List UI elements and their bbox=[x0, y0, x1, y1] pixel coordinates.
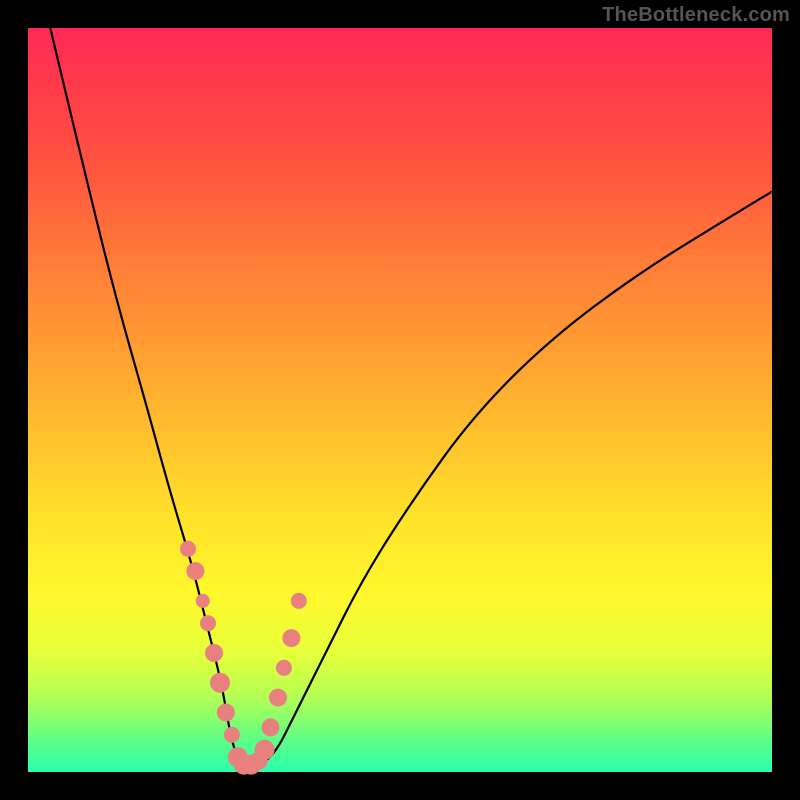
bottleneck-curve bbox=[50, 28, 772, 766]
chart-frame: TheBottleneck.com bbox=[0, 0, 800, 800]
marker-dot bbox=[217, 704, 235, 722]
marker-dot bbox=[262, 718, 280, 736]
marker-dot bbox=[255, 740, 275, 760]
marker-dot bbox=[276, 660, 292, 676]
marker-dot bbox=[210, 673, 230, 693]
marker-dot bbox=[205, 644, 223, 662]
marker-dot bbox=[200, 615, 216, 631]
marker-dot bbox=[186, 562, 204, 580]
marker-dot bbox=[224, 727, 240, 743]
marker-dot bbox=[180, 541, 196, 557]
curve-markers bbox=[180, 541, 307, 775]
marker-dot bbox=[282, 629, 300, 647]
curve-svg bbox=[28, 28, 772, 772]
marker-dot bbox=[196, 594, 210, 608]
plot-area bbox=[28, 28, 772, 772]
marker-dot bbox=[291, 593, 307, 609]
marker-dot bbox=[269, 689, 287, 707]
watermark-text: TheBottleneck.com bbox=[602, 4, 790, 27]
